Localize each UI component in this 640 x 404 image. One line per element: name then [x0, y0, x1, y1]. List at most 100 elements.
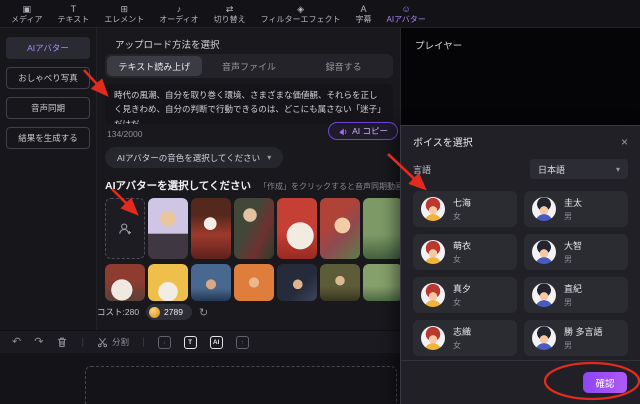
upload-tab-audio-file[interactable]: 音声ファイル: [202, 56, 297, 76]
elements-icon: ⊞: [120, 3, 128, 14]
ai-copy-button[interactable]: AI コピー: [328, 122, 398, 140]
voice-card-6[interactable]: 志織女: [413, 320, 517, 356]
language-row: 言語 日本語 ▾: [401, 154, 640, 181]
avatar-tile-mona-lisa[interactable]: [320, 264, 360, 301]
split-button[interactable]: 分割: [97, 336, 129, 348]
toolbar-divider: |: [81, 336, 85, 348]
voice-name: 志織: [453, 327, 472, 337]
voice-card-4[interactable]: 真夕女: [413, 277, 517, 313]
avatar-tile-santa-closeup[interactable]: [277, 198, 317, 259]
credits-pill[interactable]: 2789: [146, 304, 192, 320]
avatar-tile-santa-fireplace[interactable]: [191, 198, 231, 259]
audio-icon: ♪: [176, 3, 182, 14]
toolbar-tab-text[interactable]: T テキスト: [53, 0, 93, 28]
avatar-tile-person-orange-bg[interactable]: [234, 264, 274, 301]
sidebar-item-talking-photo[interactable]: おしゃべり写真: [6, 67, 90, 89]
voice-card-5[interactable]: 直紀男: [524, 277, 628, 313]
media-drop-icon[interactable]: ↓: [157, 335, 171, 349]
avatar-tile-historical-man-portrait[interactable]: [148, 198, 188, 259]
script-text-input[interactable]: 時代の風潮、自分を取り巻く環境、さまざまな価値観、それらを正しく見きわめ、自分の…: [105, 84, 393, 124]
chevron-down-icon: ▾: [615, 164, 620, 174]
voice-dialog-footer: 確認: [401, 360, 640, 404]
voice-card-2[interactable]: 萌衣女: [413, 234, 517, 270]
voice-card-7[interactable]: 勝 多言語男: [524, 320, 628, 356]
toolbar-tab-label: エレメント: [104, 14, 145, 24]
avatar-grid-row-1: [105, 198, 403, 259]
toolbar-tab-label: フィルターエフェクト: [260, 14, 341, 24]
avatar-tile-santa-yellow-bg[interactable]: [148, 264, 188, 301]
toolbar-tab-subtitles[interactable]: A 字幕: [352, 0, 376, 28]
voice-name: 直紀: [564, 284, 583, 294]
voice-gender: 女: [453, 341, 461, 350]
language-select[interactable]: 日本語 ▾: [530, 159, 628, 179]
transition-icon: ⇄: [225, 3, 234, 14]
voice-card-1[interactable]: 圭太男: [524, 191, 628, 227]
coin-icon: [149, 306, 161, 318]
voice-name: 真夕: [453, 284, 472, 294]
confirm-button[interactable]: 確認: [583, 372, 627, 393]
avatar-tile-news-anchor-woman[interactable]: [191, 264, 231, 301]
upload-tab-text-to-speech[interactable]: テキスト読み上げ: [107, 56, 202, 76]
upload-tab-record[interactable]: 録音する: [296, 56, 391, 76]
scissors-icon: [98, 337, 108, 347]
media-dropzone[interactable]: [85, 366, 397, 404]
voice-meta: 大智男: [564, 239, 582, 265]
player-title: プレイヤー: [415, 41, 463, 52]
ai-tool-icon[interactable]: AI: [209, 335, 223, 349]
voice-gender: 女: [453, 255, 461, 264]
voice-dialog-header: ボイスを選択 ×: [401, 126, 640, 154]
ai-avatar-panel: アップロード方法を選択 テキスト読み上げ 音声ファイル 録音する 時代の風潮、自分を…: [97, 28, 450, 330]
cost-bar: コスト:280 2789 ↻: [97, 304, 208, 320]
voice-name: 大智: [564, 241, 583, 251]
sidebar-item-ai-avatar[interactable]: AIアバター: [6, 37, 90, 59]
toolbar-tab-ai-avatar[interactable]: ☺ AIアバター: [383, 0, 430, 28]
female-voice-avatar-icon: [421, 326, 445, 350]
ai-avatar-icon: ☺: [401, 3, 411, 14]
add-person-icon: [119, 222, 131, 234]
toolbar-tab-label: 切り替え: [213, 14, 246, 24]
top-toolbar: ▣ メディア T テキスト ⊞ エレメント ♪ オーディオ ⇄ 切り替え ◈ フィルターエフェクト A 字…: [0, 0, 640, 28]
avatar-tile-avatar-partial[interactable]: [363, 198, 403, 259]
female-voice-avatar-icon: [421, 197, 445, 221]
toolbar-tab-transition[interactable]: ⇄ 切り替え: [210, 0, 250, 28]
voice-tone-selector[interactable]: AIアバターの音色を選択してください ▾: [105, 147, 284, 168]
voice-name: 七海: [453, 198, 472, 208]
upload-method-tabs: テキスト読み上げ 音声ファイル 録音する: [105, 54, 393, 78]
delete-icon[interactable]: [56, 336, 68, 348]
toolbar-tab-filter-effects[interactable]: ◈ フィルターエフェクト: [257, 0, 345, 28]
voice-card-0[interactable]: 七海女: [413, 191, 517, 227]
language-label: 言語: [413, 164, 432, 175]
voice-gender: 男: [564, 255, 572, 264]
voice-meta: 真夕女: [453, 282, 471, 308]
voice-name: 勝 多言語: [564, 327, 603, 337]
sidebar-item-generate-result[interactable]: 結果を生成する: [6, 127, 90, 149]
voice-card-3[interactable]: 大智男: [524, 234, 628, 270]
add-avatar-tile[interactable]: [105, 198, 145, 259]
toolbar-tab-media[interactable]: ▣ メディア: [7, 0, 46, 28]
voice-meta: 萌衣女: [453, 239, 471, 265]
toolbar-tab-audio[interactable]: ♪ オーディオ: [155, 0, 202, 28]
add-text-icon[interactable]: T: [183, 335, 197, 349]
avatar-section-title: AIアバターを選択してください: [105, 180, 251, 192]
toolbar-tab-elements[interactable]: ⊞ エレメント: [100, 0, 148, 28]
close-icon[interactable]: ×: [621, 136, 628, 148]
avatar-tile-santa-grey-beard[interactable]: [105, 264, 145, 301]
timeline-track-area[interactable]: [0, 353, 400, 404]
toolbar-tab-label: 字幕: [355, 14, 372, 24]
avatar-tile-man-red-sweater-tree[interactable]: [234, 198, 274, 259]
avatar-tile-elf-girl[interactable]: [320, 198, 360, 259]
refresh-icon[interactable]: ↻: [199, 306, 208, 319]
voice-gender: 男: [564, 341, 572, 350]
male-voice-avatar-icon: [532, 283, 556, 307]
undo-icon[interactable]: ↶: [12, 336, 21, 348]
player-panel: プレイヤー: [400, 28, 640, 125]
sidebar-item-lip-sync[interactable]: 音声同期: [6, 97, 90, 119]
voice-select-dialog: ボイスを選択 × 言語 日本語 ▾ 七海女圭太男萌衣女大智男真夕女直紀男志織女勝…: [400, 125, 640, 404]
avatar-tile-woman-dark-bg[interactable]: [277, 264, 317, 301]
female-voice-avatar-icon: [421, 283, 445, 307]
avatar-tile-avatar-partial-2[interactable]: [363, 264, 403, 301]
export-icon[interactable]: ↑: [235, 335, 249, 349]
voice-gender: 男: [564, 298, 572, 307]
avatar-grid-row-2: [105, 264, 403, 301]
redo-icon[interactable]: ↷: [34, 336, 43, 348]
